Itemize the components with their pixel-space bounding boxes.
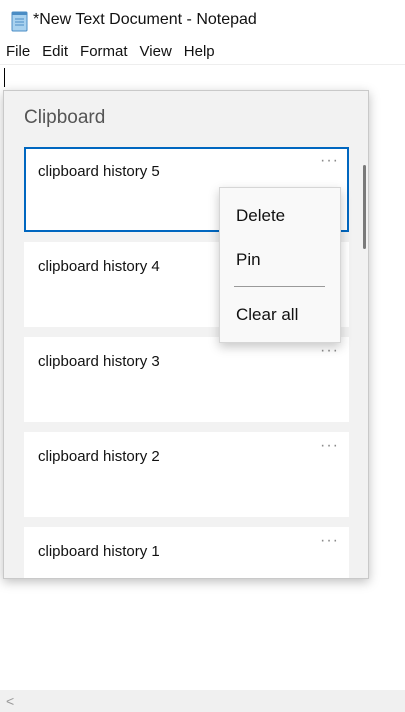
more-options-icon[interactable]: ··· — [320, 343, 339, 359]
scroll-left-icon[interactable]: < — [6, 693, 14, 709]
menu-separator — [234, 286, 325, 287]
clipboard-scrollbar[interactable] — [363, 165, 366, 249]
more-options-icon[interactable]: ··· — [320, 533, 339, 549]
menu-help[interactable]: Help — [178, 40, 221, 64]
window-title: *New Text Document - Notepad — [33, 11, 257, 28]
text-caret — [4, 68, 5, 87]
clipboard-context-menu: Delete Pin Clear all — [219, 187, 341, 343]
clipboard-item-text: clipboard history 3 — [38, 353, 160, 370]
menu-format[interactable]: Format — [74, 40, 134, 64]
delete-menu-item[interactable]: Delete — [236, 206, 285, 226]
clipboard-item-1[interactable]: clipboard history 1 ··· — [24, 527, 349, 578]
more-options-icon[interactable]: ··· — [320, 153, 339, 169]
notepad-icon — [11, 11, 28, 32]
clipboard-item-text: clipboard history 4 — [38, 258, 160, 275]
clear-all-menu-item[interactable]: Clear all — [236, 305, 298, 325]
clipboard-item-text: clipboard history 1 — [38, 543, 160, 560]
clipboard-item-text: clipboard history 2 — [38, 448, 160, 465]
menu-bar: File Edit Format View Help — [0, 40, 405, 64]
horizontal-scrollbar[interactable]: < — [0, 690, 405, 712]
clipboard-item-text: clipboard history 5 — [38, 163, 160, 180]
menu-file[interactable]: File — [0, 40, 36, 64]
menu-view[interactable]: View — [134, 40, 178, 64]
more-options-icon[interactable]: ··· — [320, 438, 339, 454]
title-bar: *New Text Document - Notepad — [0, 0, 405, 40]
clipboard-title: Clipboard — [24, 107, 106, 128]
clipboard-item-2[interactable]: clipboard history 2 ··· — [24, 432, 349, 517]
clipboard-item-3[interactable]: clipboard history 3 ··· — [24, 337, 349, 422]
menu-edit[interactable]: Edit — [36, 40, 74, 64]
pin-menu-item[interactable]: Pin — [236, 250, 261, 270]
